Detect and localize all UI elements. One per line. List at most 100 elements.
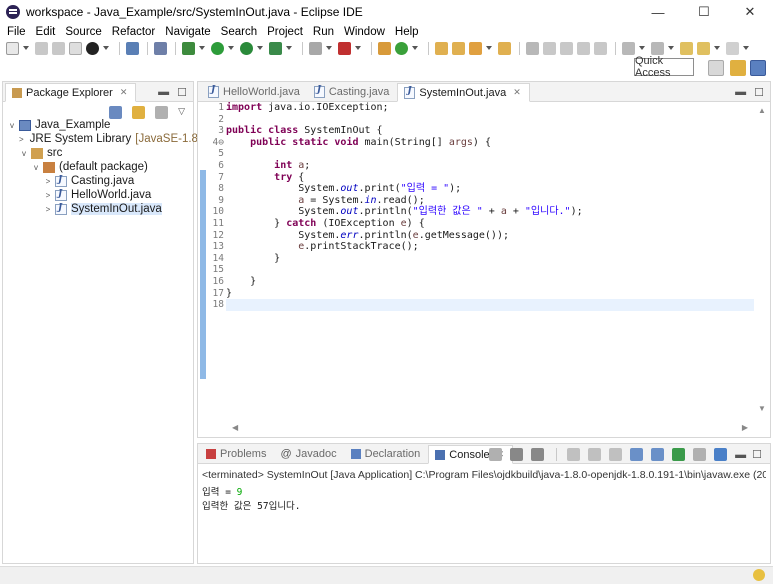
- save-icon[interactable]: [35, 41, 48, 55]
- close-icon[interactable]: ✕: [120, 87, 128, 98]
- chevron-down-icon[interactable]: [486, 46, 492, 50]
- launch-icon[interactable]: [338, 41, 351, 55]
- horizontal-scrollbar[interactable]: ◀ ▶: [226, 417, 754, 437]
- minimize-view-icon[interactable]: ▬: [735, 449, 746, 461]
- stop-icon[interactable]: [309, 41, 322, 55]
- search-icon[interactable]: [469, 41, 482, 55]
- tab-javadoc[interactable]: @ Javadoc: [274, 444, 344, 463]
- chevron-down-icon[interactable]: v: [31, 163, 41, 172]
- chevron-down-icon[interactable]: [286, 46, 292, 50]
- chevron-down-icon[interactable]: [199, 46, 205, 50]
- chevron-down-icon[interactable]: [743, 46, 749, 50]
- maximize-view-icon[interactable]: ☐: [752, 448, 762, 461]
- tab-declaration[interactable]: Declaration: [345, 444, 429, 463]
- chevron-down-icon[interactable]: [714, 46, 720, 50]
- open-folder-icon[interactable]: [498, 41, 511, 55]
- forward-icon[interactable]: [726, 41, 739, 55]
- menu-edit[interactable]: Edit: [31, 26, 61, 38]
- minimize-view-icon[interactable]: ▬: [735, 86, 746, 99]
- new-java-class-icon[interactable]: [395, 41, 408, 55]
- close-icon[interactable]: ✕: [513, 87, 521, 98]
- back-icon[interactable]: [697, 41, 710, 55]
- open-console-icon[interactable]: [714, 448, 728, 461]
- tree-item-java-example[interactable]: v Java_Example: [3, 118, 193, 132]
- remove-launch-icon[interactable]: [510, 448, 524, 461]
- vertical-scrollbar[interactable]: ▲ ▼: [754, 102, 770, 417]
- scroll-right-icon[interactable]: ▶: [742, 423, 748, 432]
- chevron-down-icon[interactable]: v: [19, 149, 29, 158]
- maximize-view-icon[interactable]: ☐: [177, 86, 187, 99]
- close-button[interactable]: ✕: [727, 0, 773, 24]
- quick-access-input[interactable]: Quick Access: [634, 55, 694, 79]
- minimize-view-icon[interactable]: ▬: [158, 86, 169, 99]
- menu-window[interactable]: Window: [339, 26, 390, 38]
- debug-icon[interactable]: [182, 41, 195, 55]
- open-type-icon[interactable]: [435, 41, 448, 55]
- show-on-stdout-icon[interactable]: [630, 448, 644, 461]
- scroll-down-icon[interactable]: ▼: [758, 404, 766, 413]
- java-perspective-icon[interactable]: [750, 60, 766, 76]
- pin-console-icon[interactable]: [672, 448, 686, 461]
- menu-navigate[interactable]: Navigate: [160, 26, 215, 38]
- menu-run[interactable]: Run: [308, 26, 339, 38]
- menu-refactor[interactable]: Refactor: [107, 26, 160, 38]
- menu-project[interactable]: Project: [262, 26, 308, 38]
- new-icon[interactable]: [6, 41, 19, 55]
- tree-item-systeminout[interactable]: > SystemInOut.java: [3, 202, 193, 216]
- next-annotation-icon[interactable]: [622, 41, 635, 55]
- block-selection-icon[interactable]: [577, 41, 590, 55]
- notification-icon[interactable]: [753, 569, 765, 581]
- tab-casting[interactable]: Casting.java: [308, 82, 398, 101]
- tree-item-default-package[interactable]: v (default package): [3, 160, 193, 174]
- chevron-down-icon[interactable]: [355, 46, 361, 50]
- tree-item-casting[interactable]: > Casting.java: [3, 174, 193, 188]
- terminate-icon[interactable]: [489, 448, 503, 461]
- chevron-down-icon[interactable]: [639, 46, 645, 50]
- chevron-down-icon[interactable]: [668, 46, 674, 50]
- external-tools-icon[interactable]: [269, 41, 282, 55]
- annotation-icon[interactable]: [543, 41, 556, 55]
- menu-help[interactable]: Help: [390, 26, 424, 38]
- chevron-right-icon[interactable]: >: [43, 191, 53, 200]
- scroll-lock-icon[interactable]: [588, 448, 602, 461]
- tree-item-src[interactable]: v src: [3, 146, 193, 160]
- chevron-down-icon[interactable]: [257, 46, 263, 50]
- word-wrap-icon[interactable]: [609, 448, 623, 461]
- chevron-right-icon[interactable]: >: [43, 205, 53, 214]
- chevron-right-icon[interactable]: >: [43, 177, 53, 186]
- last-edit-icon[interactable]: [680, 41, 693, 55]
- maximize-view-icon[interactable]: ☐: [754, 86, 764, 99]
- chevron-down-icon[interactable]: [412, 46, 418, 50]
- skip-breakpoints-icon[interactable]: [154, 41, 167, 55]
- code-area[interactable]: 1 import java.io.IOException; 2 3 public c…: [213, 102, 754, 417]
- tab-problems[interactable]: Problems: [200, 444, 274, 463]
- run-icon[interactable]: [211, 41, 224, 55]
- open-task-icon[interactable]: [452, 41, 465, 55]
- previous-annotation-icon[interactable]: [651, 41, 664, 55]
- tab-helloworld[interactable]: HelloWorld.java: [202, 82, 308, 101]
- java-ee-perspective-icon[interactable]: [730, 60, 746, 76]
- show-on-stderr-icon[interactable]: [651, 448, 665, 461]
- scroll-left-icon[interactable]: ◀: [232, 423, 238, 432]
- toggle-mark-icon[interactable]: [526, 41, 539, 55]
- menu-source[interactable]: Source: [60, 26, 106, 38]
- terminal-icon[interactable]: [86, 41, 99, 55]
- chevron-down-icon[interactable]: [326, 46, 332, 50]
- tab-package-explorer[interactable]: Package Explorer ✕: [5, 83, 137, 102]
- tab-systeminout[interactable]: SystemInOut.java ✕: [397, 83, 530, 102]
- coverage-icon[interactable]: [240, 41, 253, 55]
- chevron-down-icon[interactable]: v: [7, 121, 17, 130]
- chevron-down-icon[interactable]: [23, 46, 29, 50]
- remove-all-launches-icon[interactable]: [531, 448, 545, 461]
- minimize-button[interactable]: —: [635, 0, 681, 24]
- tree-item-jre-library[interactable]: > JRE System Library [JavaSE-1.8]: [3, 132, 201, 146]
- console-view-icon[interactable]: [126, 41, 139, 55]
- scroll-up-icon[interactable]: ▲: [758, 106, 766, 115]
- chevron-right-icon[interactable]: >: [19, 135, 24, 144]
- new-java-project-icon[interactable]: [378, 41, 391, 55]
- clear-console-icon[interactable]: [567, 448, 581, 461]
- open-perspective-icon[interactable]: [708, 60, 724, 76]
- print-icon[interactable]: [69, 41, 82, 55]
- menu-file[interactable]: File: [2, 26, 31, 38]
- menu-search[interactable]: Search: [216, 26, 262, 38]
